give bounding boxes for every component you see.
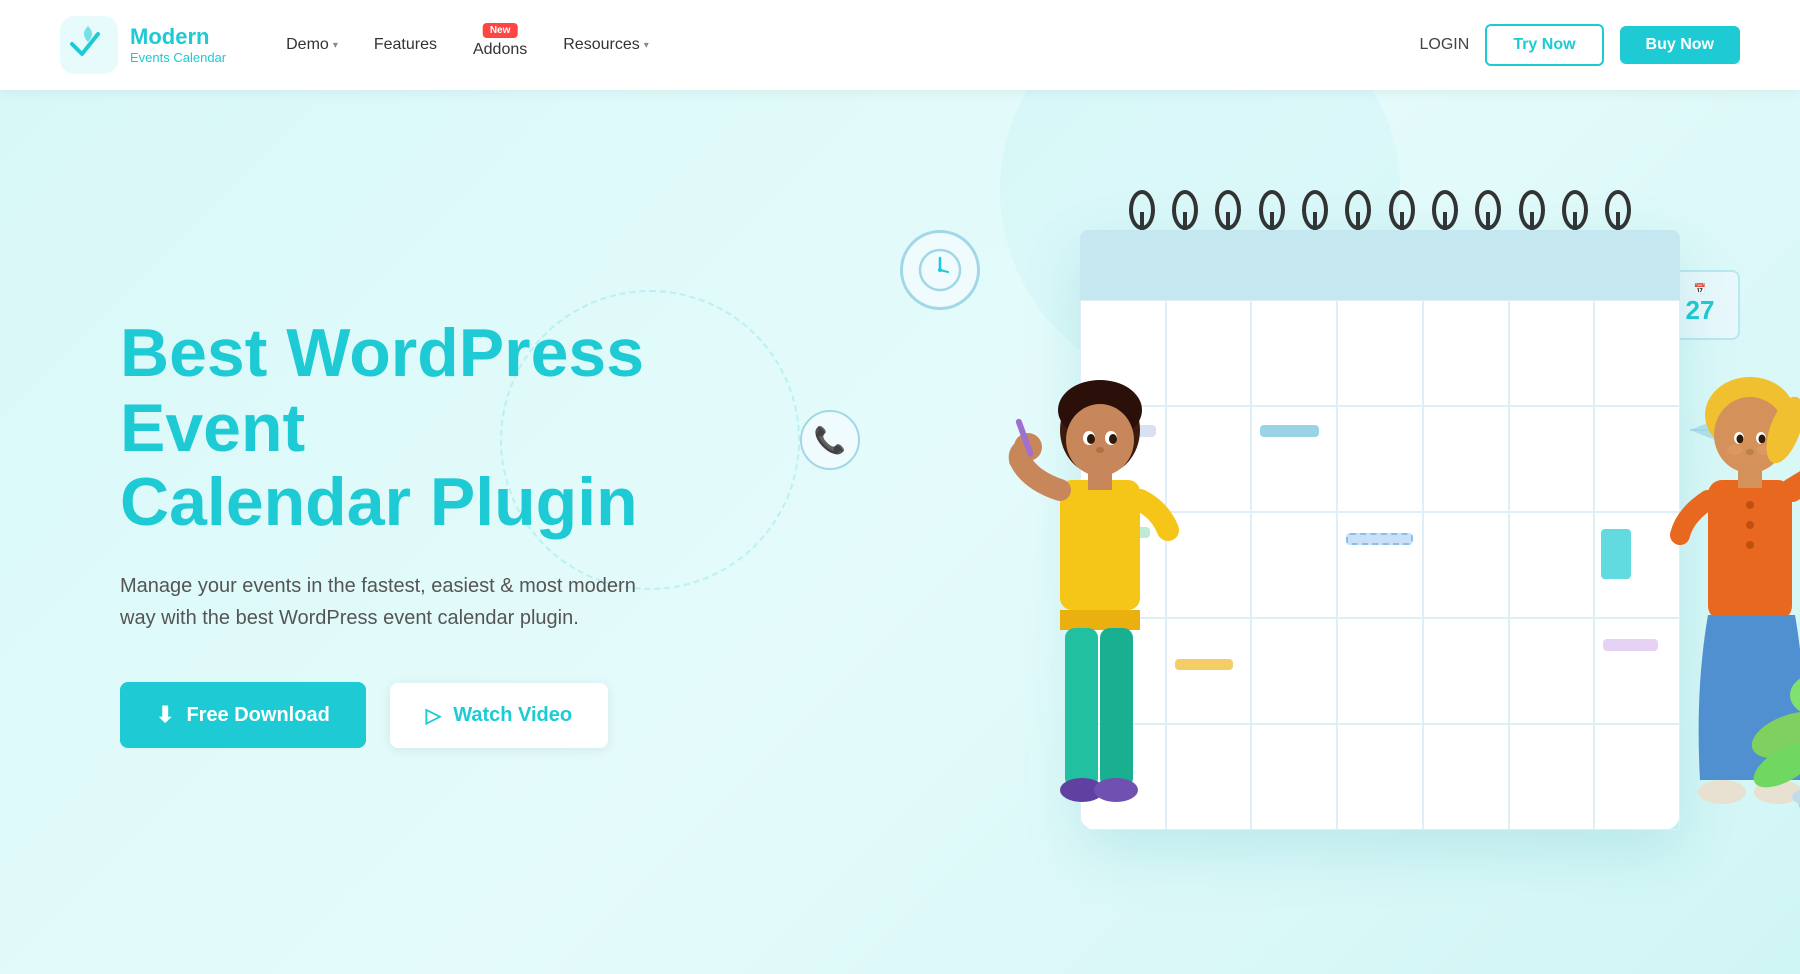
chevron-icon-2: ▾ (644, 40, 649, 51)
navbar: Modern Events Calendar Demo ▾ Features N… (0, 0, 1800, 90)
ring-10 (1519, 190, 1545, 230)
nav-demo[interactable]: Demo ▾ (286, 36, 338, 54)
hero-title: Best WordPress Event Calendar Plugin (120, 316, 680, 540)
hero-section: Best WordPress Event Calendar Plugin Man… (0, 90, 1800, 974)
logo-tagline: Events Calendar (130, 50, 226, 65)
ring-8 (1432, 190, 1458, 230)
main-calendar (1080, 170, 1700, 850)
calendar-header (1080, 230, 1680, 300)
new-badge: New (483, 23, 518, 38)
plant-decoration (1740, 635, 1800, 840)
nav-right: LOGIN Try Now Buy Now (1420, 24, 1740, 66)
ring-5 (1302, 190, 1328, 230)
hero-buttons: ⬇ Free Download ▷ Watch Video (120, 682, 680, 748)
calendar-rings (1090, 190, 1670, 230)
ring-4 (1259, 190, 1285, 230)
character-left (1000, 360, 1200, 840)
ring-11 (1562, 190, 1588, 230)
ring-2 (1172, 190, 1198, 230)
play-icon: ▷ (426, 703, 441, 728)
hero-description: Manage your events in the fastest, easie… (120, 570, 640, 634)
ring-6 (1345, 190, 1371, 230)
nav-links: Demo ▾ Features New Addons Resources ▾ (286, 31, 1419, 59)
ring-12 (1605, 190, 1631, 230)
logo[interactable]: Modern Events Calendar (60, 16, 226, 74)
ring-7 (1389, 190, 1415, 230)
free-download-button[interactable]: ⬇ Free Download (120, 682, 366, 748)
ring-3 (1215, 190, 1241, 230)
buy-now-button[interactable]: Buy Now (1620, 26, 1740, 64)
try-now-button[interactable]: Try Now (1485, 24, 1603, 66)
nav-features[interactable]: Features (374, 36, 437, 54)
chevron-icon: ▾ (333, 40, 338, 51)
logo-brand: Modern (130, 25, 226, 49)
hero-illustration: 📞 📅 27 (740, 90, 1800, 974)
download-icon: ⬇ (156, 702, 174, 728)
nav-resources[interactable]: Resources ▾ (563, 36, 649, 54)
watch-video-button[interactable]: ▷ Watch Video (390, 683, 608, 748)
hero-content: Best WordPress Event Calendar Plugin Man… (0, 316, 680, 748)
ring-9 (1475, 190, 1501, 230)
phone-decoration: 📞 (800, 410, 860, 470)
nav-addons[interactable]: New Addons (473, 41, 527, 59)
login-button[interactable]: LOGIN (1420, 36, 1470, 54)
clock-decoration (900, 230, 980, 310)
ring-1 (1129, 190, 1155, 230)
